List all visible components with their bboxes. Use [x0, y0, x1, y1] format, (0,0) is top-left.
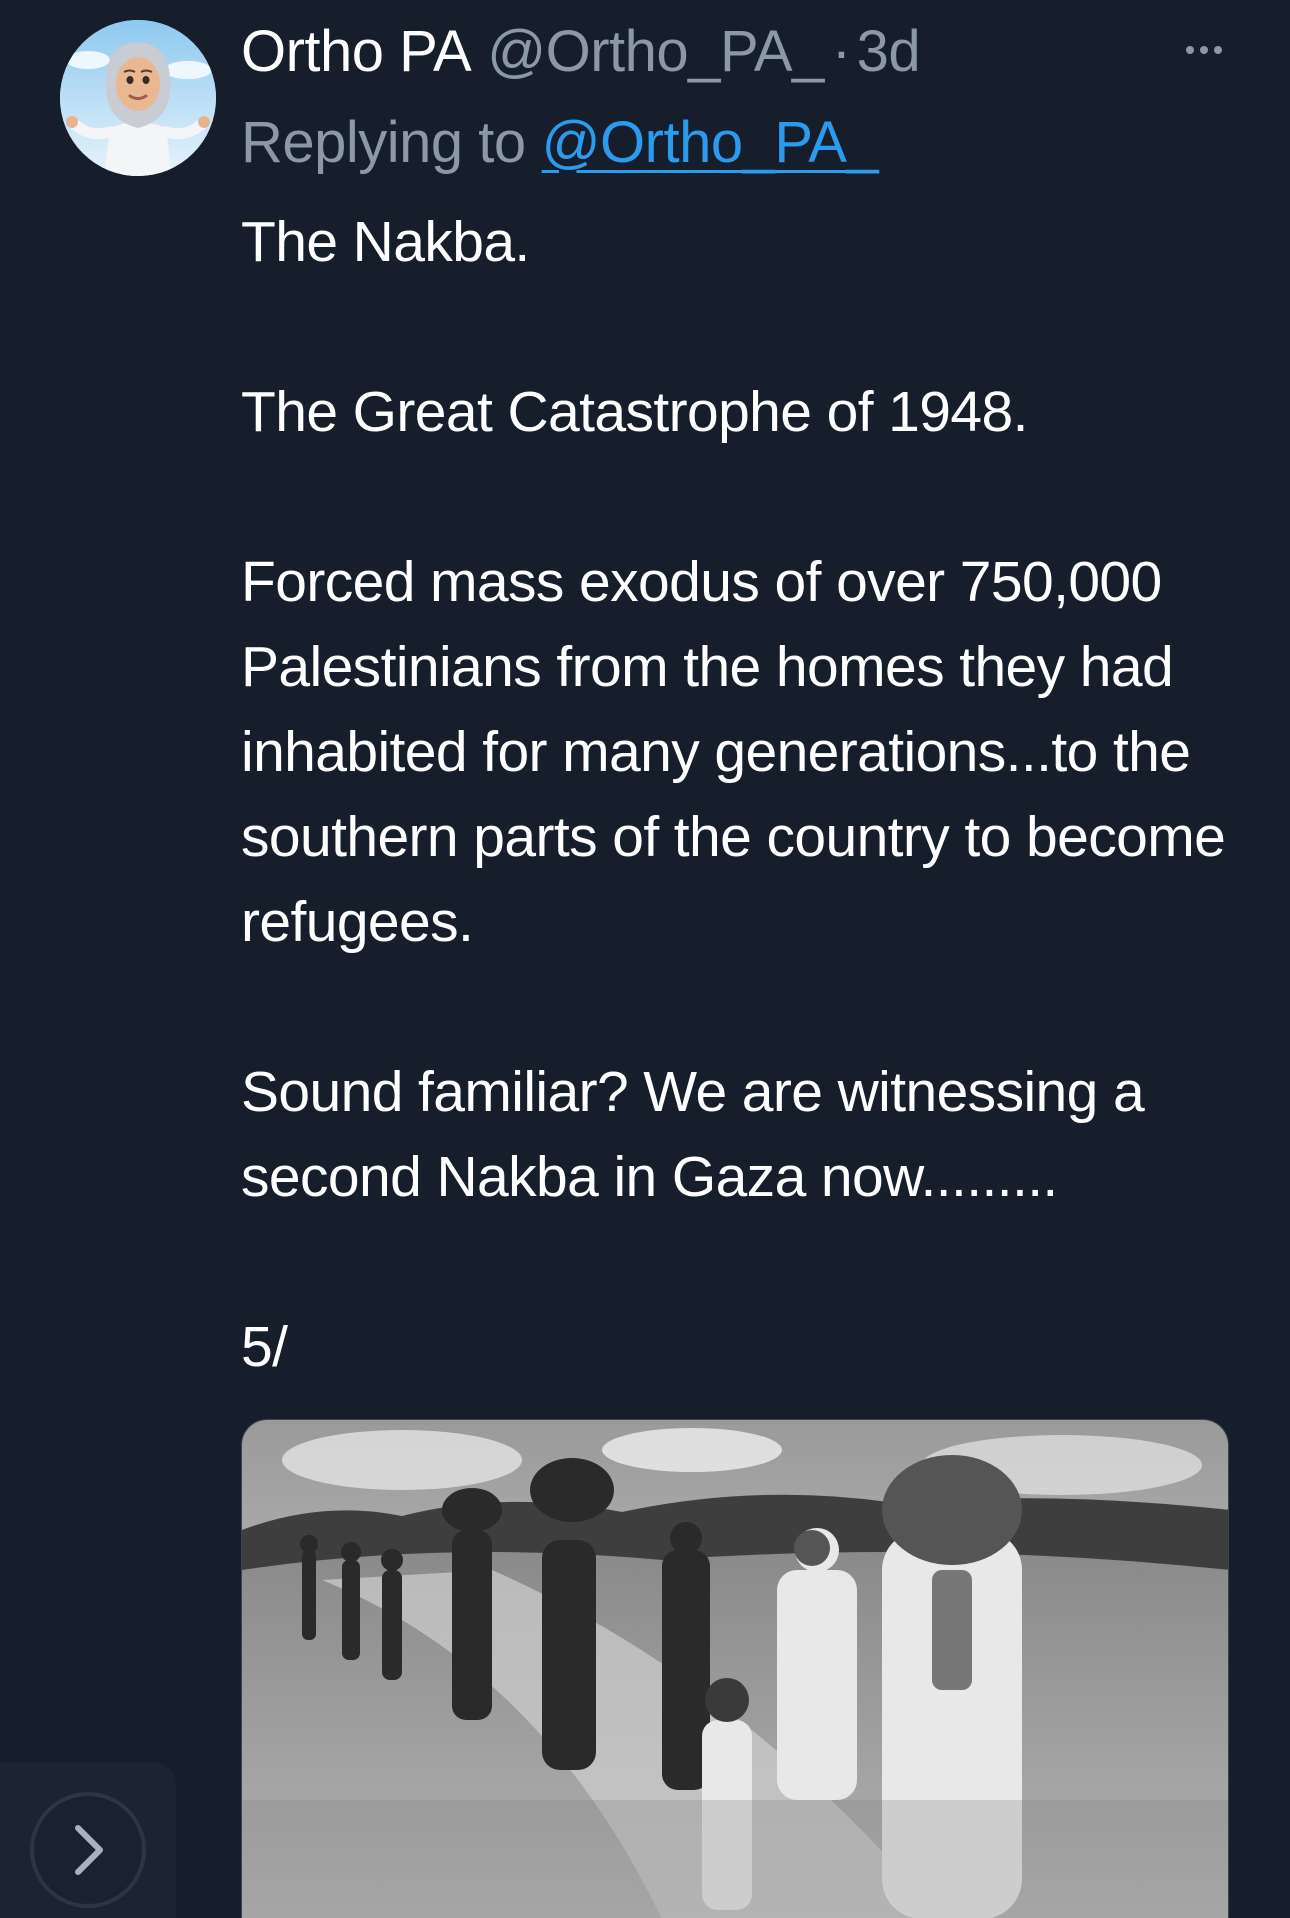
tweet-paragraph: Forced mass exodus of over 750,000 Pales… [241, 550, 1226, 954]
replying-to-label: Replying to [241, 109, 526, 175]
tweet-timestamp[interactable]: 3d [857, 18, 921, 85]
author-avatar[interactable] [60, 20, 216, 176]
tweet-header: Ortho PA @Ortho_PA_ · 3d [241, 14, 921, 88]
tweet-paragraph: The Nakba. [241, 210, 530, 274]
tweet-paragraph: The Great Catastrophe of 1948. [241, 380, 1028, 444]
tweet-media-photo[interactable] [241, 1419, 1229, 1918]
next-button[interactable] [30, 1792, 146, 1908]
author-display-name[interactable]: Ortho PA [241, 18, 472, 85]
more-dot [1214, 46, 1222, 54]
tweet-text: The Nakba. The Great Catastrophe of 1948… [241, 200, 1251, 1390]
tweet-paragraph: Sound familiar? We are witnessing a seco… [241, 1060, 1145, 1209]
photo-icon [242, 1420, 1228, 1918]
avatar-cartoon-icon [60, 20, 216, 176]
replying-to: Replying to @Ortho_PA_ [241, 104, 879, 180]
tweet-paragraph: 5/ [241, 1315, 288, 1379]
more-options-icon[interactable] [1176, 30, 1232, 70]
author-handle[interactable]: @Ortho_PA_ [487, 18, 824, 85]
more-dot [1186, 46, 1194, 54]
more-dot [1200, 46, 1208, 54]
replying-to-link[interactable]: @Ortho_PA_ [542, 109, 879, 176]
separator-dot: · [831, 18, 851, 84]
chevron-right-icon [75, 1825, 103, 1875]
tweet: Ortho PA @Ortho_PA_ · 3d Replying to @Or… [0, 0, 1290, 1918]
